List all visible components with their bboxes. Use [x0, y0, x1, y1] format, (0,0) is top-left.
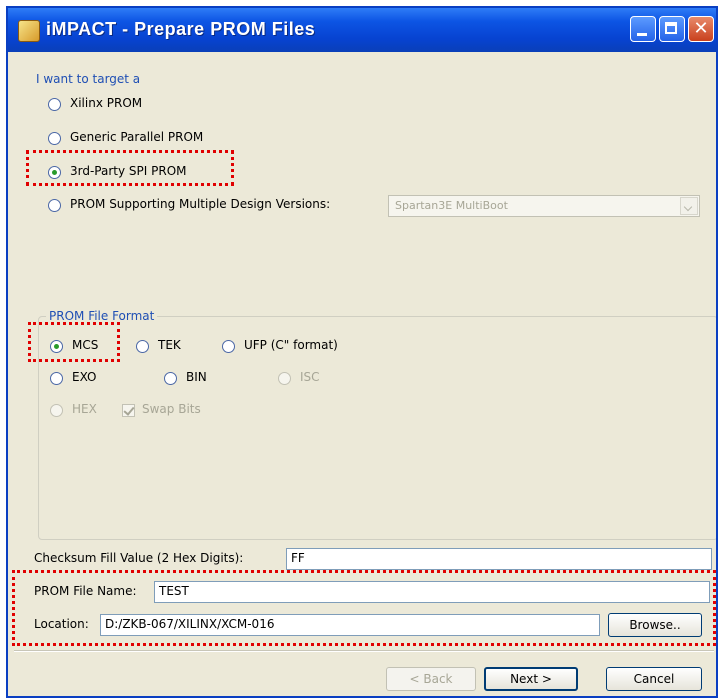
- label-isc: ISC: [300, 370, 320, 384]
- back-button: < Back: [386, 667, 476, 691]
- radio-xilinx-prom[interactable]: [48, 98, 61, 111]
- radio-exo[interactable]: [50, 372, 63, 385]
- title-bar[interactable]: iMPACT - Prepare PROM Files ✕: [8, 8, 716, 52]
- cancel-button[interactable]: Cancel: [606, 667, 702, 691]
- label-xilinx-prom: Xilinx PROM: [70, 96, 143, 110]
- footer-separator: [14, 650, 714, 652]
- label-exo: EXO: [72, 370, 97, 384]
- label-generic-parallel-prom: Generic Parallel PROM: [70, 130, 204, 144]
- close-icon: ✕: [693, 18, 709, 39]
- multiboot-dropdown: Spartan3E MultiBoot: [388, 195, 700, 217]
- radio-multiple-design-versions[interactable]: [48, 199, 61, 212]
- checksum-input[interactable]: FF: [286, 548, 712, 570]
- target-heading: I want to target a: [36, 72, 141, 86]
- chevron-down-icon: [680, 197, 698, 215]
- radio-tek[interactable]: [136, 340, 149, 353]
- window-title: iMPACT - Prepare PROM Files: [46, 19, 316, 39]
- prom-file-format-heading: PROM File Format: [46, 309, 158, 323]
- label-ufp: UFP (C" format): [244, 338, 338, 352]
- highlight-3rd-party-spi: [26, 150, 234, 186]
- radio-ufp[interactable]: [222, 340, 235, 353]
- swap-bits-checkbox: [122, 404, 135, 417]
- label-tek: TEK: [158, 338, 181, 352]
- radio-hex: [50, 404, 63, 417]
- highlight-mcs: [28, 322, 120, 362]
- prepare-prom-files-window: iMPACT - Prepare PROM Files ✕ I want to …: [6, 6, 718, 698]
- radio-generic-parallel-prom[interactable]: [48, 132, 61, 145]
- label-hex: HEX: [72, 402, 97, 416]
- minimize-button[interactable]: [630, 16, 656, 42]
- radio-isc: [278, 372, 291, 385]
- checksum-label: Checksum Fill Value (2 Hex Digits):: [34, 551, 244, 565]
- impact-app-icon: [18, 20, 40, 42]
- maximize-button[interactable]: [659, 16, 685, 42]
- label-swap-bits: Swap Bits: [142, 402, 201, 416]
- label-bin: BIN: [186, 370, 207, 384]
- next-button[interactable]: Next >: [484, 667, 578, 691]
- multiboot-dropdown-value: Spartan3E MultiBoot: [395, 199, 508, 212]
- label-multiple-design-versions: PROM Supporting Multiple Design Versions…: [70, 197, 331, 211]
- radio-bin[interactable]: [164, 372, 177, 385]
- highlight-file-name-location: [12, 570, 716, 646]
- close-button[interactable]: ✕: [688, 16, 714, 42]
